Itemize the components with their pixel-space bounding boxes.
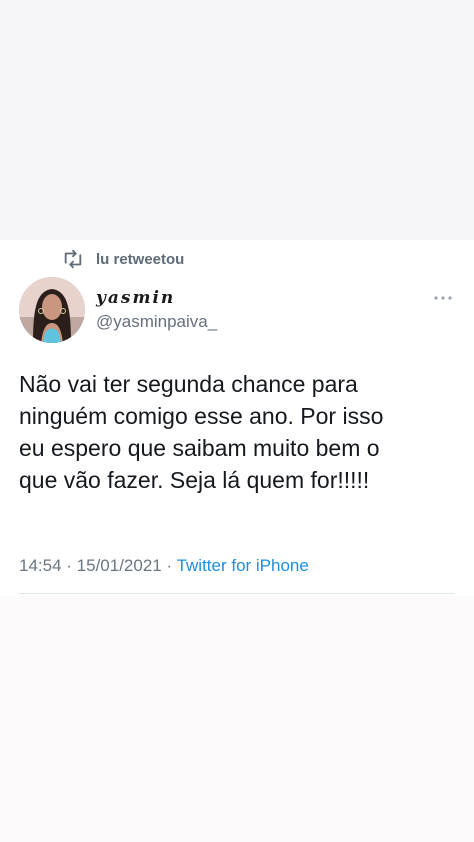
- tweet-line: Não vai ter segunda chance para: [19, 371, 358, 397]
- tweet-line: eu espero que saibam muito bem o: [19, 435, 380, 461]
- avatar-photo-icon: [19, 277, 85, 343]
- tweet-card[interactable]: lu retweetou yasmin @yasminpaiva_ Não va…: [0, 240, 474, 596]
- retweet-indicator[interactable]: lu retweetou: [62, 248, 184, 270]
- tweet-time: 14:54: [19, 556, 62, 575]
- retweet-icon: [64, 249, 82, 269]
- more-dots-icon[interactable]: [432, 290, 454, 306]
- tweet-source-link[interactable]: Twitter for iPhone: [177, 556, 309, 575]
- meta-separator: ·: [161, 556, 177, 575]
- tweet-meta: 14:54 · 15/01/2021 · Twitter for iPhone: [19, 556, 309, 576]
- user-handle[interactable]: @yasminpaiva_: [96, 312, 217, 332]
- meta-separator: ·: [61, 556, 77, 575]
- display-name[interactable]: yasmin: [96, 288, 175, 308]
- tweet-date: 15/01/2021: [76, 556, 162, 575]
- tweet-text: Não vai ter segunda chance para ninguém …: [19, 368, 459, 496]
- retweet-label: lu retweetou: [96, 250, 185, 268]
- tweet-line: que vão fazer. Seja lá quem for!!!!!: [19, 467, 370, 493]
- avatar[interactable]: [19, 277, 85, 343]
- tweet-line: ninguém comigo esse ano. Por isso: [19, 403, 384, 429]
- blank-top-area: [0, 0, 474, 240]
- divider: [19, 593, 455, 594]
